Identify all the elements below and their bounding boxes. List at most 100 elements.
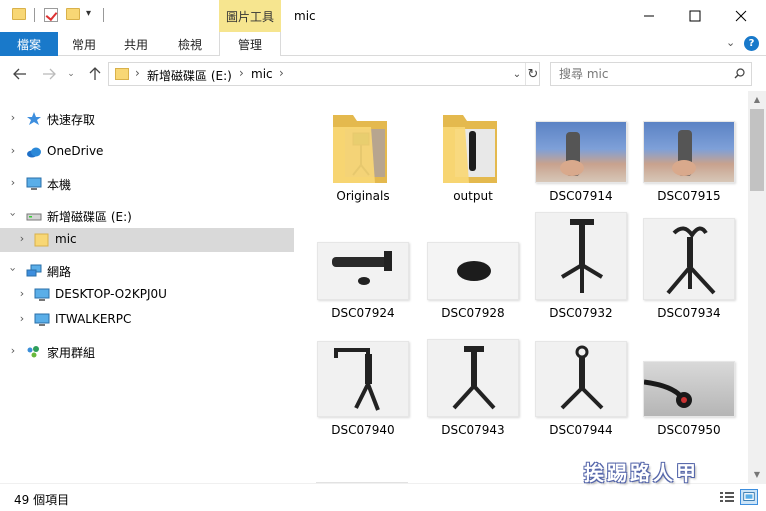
scroll-down-icon[interactable]: ▼ (748, 466, 766, 483)
folder-tile-originals[interactable]: Originals (309, 101, 417, 211)
sidebar-item-this-pc[interactable]: › 本機 (0, 172, 294, 196)
file-name: DSC07924 (331, 306, 395, 320)
pc-icon (34, 288, 50, 301)
image-tile-dsc07932[interactable]: DSC07932 (527, 212, 635, 328)
close-button[interactable] (718, 0, 764, 32)
new-folder-icon[interactable] (66, 8, 80, 20)
thumbnail (535, 212, 627, 300)
image-tile-dsc07928[interactable]: DSC07928 (419, 218, 527, 328)
file-name: DSC07914 (549, 189, 613, 203)
folder-tile-output[interactable]: output (419, 101, 527, 211)
sidebar-item-label: mic (55, 232, 77, 246)
tab-share[interactable]: 共用 (110, 32, 162, 56)
image-tile-dsc07944[interactable]: DSC07944 (527, 335, 635, 445)
thumbnail (317, 242, 409, 300)
thumbnail (535, 341, 627, 417)
back-arrow-icon (13, 68, 26, 80)
chevron-right-icon[interactable]: › (8, 144, 18, 157)
file-name: DSC07940 (331, 423, 395, 437)
sidebar-item-mic[interactable]: › mic (0, 228, 294, 252)
pc-icon (34, 313, 50, 326)
tab-view[interactable]: 檢視 (162, 32, 218, 56)
search-icon[interactable] (734, 68, 745, 79)
help-icon[interactable]: ? (744, 36, 759, 51)
close-icon (735, 10, 747, 22)
sidebar-item-label: ITWALKERPC (55, 312, 132, 326)
thumbnail (427, 242, 519, 300)
cloud-icon (27, 147, 41, 158)
forward-button[interactable] (39, 64, 59, 84)
sidebar-item-label: 本機 (47, 178, 72, 192)
search-box[interactable] (550, 62, 752, 86)
image-tile-dsc07943[interactable]: DSC07943 (419, 335, 527, 445)
breadcrumb-folder[interactable]: mic (251, 67, 273, 81)
address-bar[interactable]: › 新增磁碟區 (E:) › mic › ⌄ ↻ (108, 62, 540, 86)
scroll-up-icon[interactable]: ▲ (748, 91, 766, 108)
sidebar-item-drive-e[interactable]: › 新增磁碟區 (E:) (0, 204, 294, 228)
drive-icon (26, 213, 42, 221)
thumbnail (643, 121, 735, 183)
scroll-thumb[interactable] (750, 109, 764, 191)
image-tile-dsc07940[interactable]: DSC07940 (309, 335, 417, 445)
maximize-button[interactable] (672, 0, 718, 32)
back-button[interactable] (10, 64, 30, 84)
tab-manage[interactable]: 管理 (219, 32, 281, 56)
search-input[interactable] (551, 63, 729, 85)
sidebar-item-onedrive[interactable]: › OneDrive (0, 140, 294, 164)
title-bar: ▾ 圖片工具 mic (0, 0, 766, 32)
thumbnail (317, 341, 409, 417)
chevron-right-icon[interactable]: › (17, 312, 27, 325)
customize-toolbar-icon[interactable]: ▾ (86, 8, 91, 19)
address-dropdown-icon[interactable]: ⌄ (509, 63, 525, 85)
divider (103, 8, 104, 22)
image-tile-dsc07914[interactable]: DSC07914 (527, 101, 635, 211)
expand-ribbon-icon[interactable]: ⌄ (726, 36, 735, 49)
sidebar-item-quick-access[interactable]: › 快速存取 (0, 107, 294, 131)
image-tile-dsc07924[interactable]: DSC07924 (309, 218, 417, 328)
chevron-down-icon[interactable]: › (7, 210, 20, 220)
minimize-button[interactable] (626, 0, 672, 32)
chevron-right-icon[interactable]: › (17, 232, 27, 245)
chevron-right-icon[interactable]: › (8, 111, 18, 124)
refresh-button[interactable]: ↻ (525, 63, 540, 85)
sidebar-item-network[interactable]: › 網路 (0, 259, 294, 283)
status-bar: 49 個項目 挨踢路人甲 (0, 461, 766, 511)
divider (34, 8, 35, 22)
image-tile-dsc07915[interactable]: DSC07915 (635, 101, 743, 211)
sidebar-item-label: OneDrive (47, 144, 104, 158)
chevron-right-icon[interactable]: › (17, 287, 27, 300)
thumbnail (643, 361, 735, 417)
sidebar-item-desktop-o2kpj0u[interactable]: › DESKTOP-O2KPJ0U (0, 283, 294, 307)
picture-tools-context-tab: 圖片工具 (219, 0, 281, 32)
up-button[interactable] (85, 64, 105, 84)
breadcrumb-chevron-icon[interactable]: › (279, 66, 284, 80)
thumbnail (427, 339, 519, 417)
recent-locations-button[interactable]: ⌄ (61, 64, 81, 84)
tab-home[interactable]: 常用 (58, 32, 110, 56)
sidebar-item-homegroup[interactable]: › 家用群組 (0, 340, 294, 364)
file-name: DSC07944 (549, 423, 613, 437)
ribbon-tabs: 檔案 常用 共用 檢視 管理 ⌄ ? (0, 32, 766, 56)
large-icons-view-icon[interactable] (740, 489, 758, 505)
breadcrumb-chevron-icon[interactable]: › (239, 66, 244, 80)
file-name: DSC07928 (441, 306, 505, 320)
navigation-pane: › 快速存取 › OneDrive › 本機 › 新增磁碟區 (E:) › mi… (0, 91, 294, 483)
sidebar-item-label: DESKTOP-O2KPJ0U (55, 287, 167, 301)
network-icon (26, 264, 42, 277)
tab-file[interactable]: 檔案 (0, 32, 58, 56)
maximize-icon (689, 10, 701, 22)
file-name: DSC07934 (657, 306, 721, 320)
chevron-down-icon[interactable]: › (7, 265, 20, 275)
image-tile-dsc07934[interactable]: DSC07934 (635, 218, 743, 328)
sidebar-item-itwalkerpc[interactable]: › ITWALKERPC (0, 308, 294, 332)
breadcrumb-chevron-icon[interactable]: › (135, 66, 140, 80)
vertical-scrollbar[interactable]: ▲ ▼ (748, 91, 766, 483)
breadcrumb-drive[interactable]: 新增磁碟區 (E:) (147, 67, 232, 84)
chevron-right-icon[interactable]: › (8, 344, 18, 357)
properties-icon[interactable] (44, 8, 58, 22)
image-tile-dsc07950[interactable]: DSC07950 (635, 335, 743, 445)
sidebar-item-label: 快速存取 (47, 113, 96, 127)
details-view-icon[interactable] (718, 489, 736, 505)
chevron-right-icon[interactable]: › (8, 176, 18, 189)
sidebar-item-label: 家用群組 (47, 346, 96, 360)
